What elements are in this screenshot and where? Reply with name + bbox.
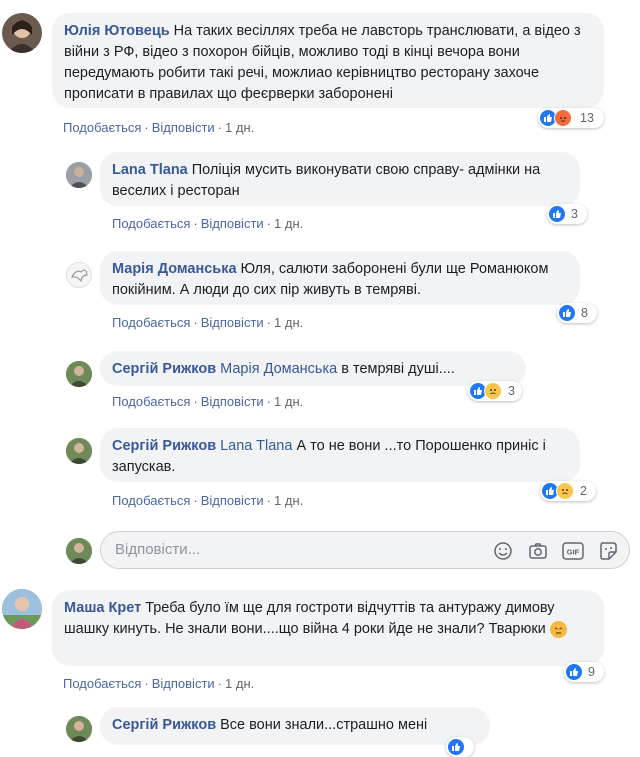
reply-input[interactable]	[113, 540, 477, 559]
avatar-photo	[2, 589, 42, 629]
like-link[interactable]: Подобається	[112, 216, 190, 231]
reply-link[interactable]: Відповісти	[152, 120, 215, 135]
avatar[interactable]	[66, 361, 92, 387]
reaction-count: 9	[588, 665, 595, 679]
mention-link[interactable]: Lana Tlana	[220, 438, 292, 454]
comment-actions: Подобається · Відповісти · 1 дн.	[112, 315, 304, 330]
emoji-icon[interactable]	[492, 540, 514, 562]
comment-author[interactable]: Сергій Рижков	[112, 361, 216, 377]
gif-icon[interactable]: GIF	[562, 540, 584, 562]
comment-bubble: Юлія Ютовець На таких весіллях треба не л…	[52, 13, 604, 108]
avatar[interactable]	[2, 13, 42, 53]
comment-actions: Подобається · Відповісти · 1 дн.	[63, 676, 255, 691]
timestamp[interactable]: 1 дн.	[225, 120, 254, 135]
like-reaction-icon	[448, 739, 464, 755]
avatar-photo	[70, 269, 88, 283]
comment-text: в темряві душі....	[341, 361, 455, 377]
reply-link[interactable]: Відповісти	[201, 315, 264, 330]
svg-text:GIF: GIF	[567, 548, 580, 557]
reaction-summary[interactable]: 3	[547, 204, 587, 224]
current-user-avatar	[66, 538, 92, 564]
comment-text: Все вони знали...страшно мені	[220, 717, 428, 733]
camera-icon[interactable]	[527, 540, 549, 562]
like-reaction-icon	[566, 664, 582, 680]
like-link[interactable]: Подобається	[112, 315, 190, 330]
reaction-summary[interactable]: 8	[557, 303, 597, 323]
reaction-summary[interactable]: 9	[564, 662, 604, 682]
angry-emoji-icon	[549, 621, 567, 638]
comment-author[interactable]: Юлія Ютовець	[64, 23, 170, 39]
reaction-count: 8	[581, 306, 588, 320]
comment-author[interactable]: Сергій Рижков	[112, 438, 216, 454]
like-link[interactable]: Подобається	[112, 394, 190, 409]
comment-author[interactable]: Сергій Рижков	[112, 717, 216, 733]
avatar[interactable]	[66, 162, 92, 188]
reaction-summary[interactable]: 2	[540, 481, 596, 501]
avatar[interactable]	[2, 589, 42, 629]
like-link[interactable]: Подобається	[112, 493, 190, 508]
reply-link[interactable]: Відповісти	[201, 394, 264, 409]
reply-link[interactable]: Відповісти	[201, 493, 264, 508]
timestamp[interactable]: 1 дн.	[225, 676, 254, 691]
avatar[interactable]	[66, 438, 92, 464]
reaction-count: 13	[580, 111, 594, 125]
comment-bubble: Сергій Рижков Lana Tlana А то не вони ...…	[100, 428, 580, 482]
comment-author[interactable]: Марія Доманська	[112, 261, 237, 277]
comment-actions: Подобається · Відповісти · 1 дн.	[63, 120, 255, 135]
avatar[interactable]	[66, 262, 92, 288]
avatar-photo	[66, 162, 92, 188]
avatar-photo	[66, 538, 92, 564]
reply-composer[interactable]: GIF	[100, 531, 630, 569]
comment-bubble: Lana Tlana Поліція мусить виконувати свою…	[100, 152, 580, 206]
avatar-photo	[66, 361, 92, 387]
comment-author[interactable]: Маша Крет	[64, 600, 141, 616]
comment-author[interactable]: Lana Tlana	[112, 162, 188, 178]
comment-actions: Подобається · Відповісти · 1 дн.	[112, 394, 304, 409]
comment-bubble: Сергій Рижков Марія Доманська в темряві д…	[100, 351, 526, 386]
sticker-icon[interactable]	[597, 540, 619, 562]
mention-link[interactable]: Марія Доманська	[220, 361, 337, 377]
reaction-count: 3	[571, 207, 578, 221]
comment-bubble: Марія Доманська Юля, салюти заборонені бу…	[100, 251, 580, 305]
timestamp[interactable]: 1 дн.	[274, 394, 303, 409]
avatar[interactable]	[66, 716, 92, 742]
like-link[interactable]: Подобається	[63, 120, 141, 135]
like-link[interactable]: Подобається	[63, 676, 141, 691]
like-reaction-icon	[559, 305, 575, 321]
reaction-count: 2	[580, 484, 587, 498]
timestamp[interactable]: 1 дн.	[274, 216, 303, 231]
sad-reaction-icon	[484, 382, 502, 400]
avatar-photo	[66, 438, 92, 464]
avatar-photo	[8, 20, 36, 53]
timestamp[interactable]: 1 дн.	[274, 315, 303, 330]
timestamp[interactable]: 1 дн.	[274, 493, 303, 508]
sad-reaction-icon	[556, 482, 574, 500]
reply-link[interactable]: Відповісти	[201, 216, 264, 231]
like-reaction-icon	[549, 206, 565, 222]
comment-bubble: Сергій Рижков Все вони знали...страшно ме…	[100, 707, 490, 745]
reaction-summary[interactable]	[446, 737, 474, 757]
reaction-count: 3	[508, 384, 515, 398]
reaction-summary[interactable]: 13	[538, 108, 604, 128]
comment-actions: Подобається · Відповісти · 1 дн.	[112, 493, 304, 508]
avatar-photo	[66, 716, 92, 742]
comment-actions: Подобається · Відповісти · 1 дн.	[112, 216, 304, 231]
angry-reaction-icon	[554, 109, 572, 127]
reaction-summary[interactable]: 3	[468, 381, 522, 401]
reply-link[interactable]: Відповісти	[152, 676, 215, 691]
comment-bubble: Маша Крет Треба було їм ще для гостроти в…	[52, 590, 604, 666]
